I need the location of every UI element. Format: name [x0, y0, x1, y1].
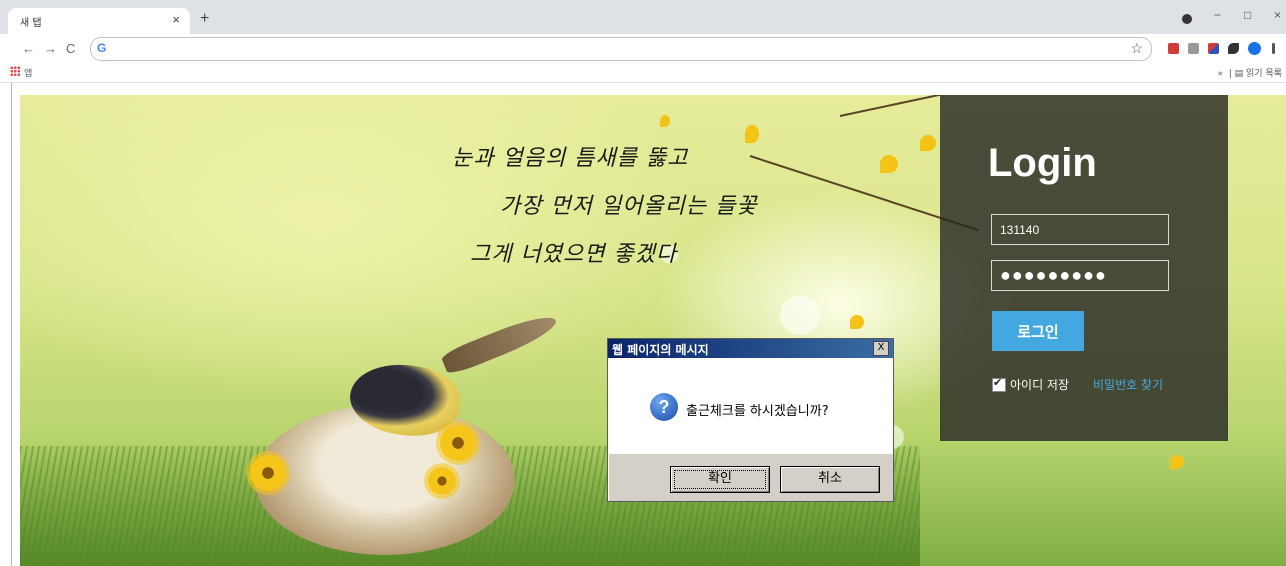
- petal-decoration: [660, 115, 670, 127]
- apps-grid-icon[interactable]: [10, 66, 20, 76]
- address-bar[interactable]: G ☆: [90, 37, 1152, 61]
- tab-strip: 새 탭 × + − □ ×: [0, 0, 1286, 34]
- google-icon: G: [97, 41, 107, 55]
- browser-toolbar: ← → C G ☆: [0, 34, 1286, 62]
- reload-icon[interactable]: C: [66, 41, 75, 56]
- bookmarks-overflow-icon[interactable]: »: [1218, 69, 1224, 79]
- new-tab-button[interactable]: +: [200, 10, 209, 28]
- window-close-button[interactable]: ×: [1274, 8, 1281, 22]
- poem-line-2: 가장 먼저 일어올리는 들꽃: [500, 194, 758, 219]
- message-dialog: 웹 페이지의 메시지 X ? 출근체크를 하시겠습니까? 확인 취소: [607, 338, 894, 502]
- flower-decoration: [440, 425, 476, 461]
- bird-tail-illustration: [439, 309, 561, 377]
- back-arrow-icon[interactable]: ←: [22, 41, 35, 56]
- petal-decoration: [850, 315, 864, 329]
- password-input[interactable]: [991, 260, 1169, 291]
- dialog-message: 출근체크를 하시겠습니까?: [686, 404, 829, 419]
- menu-dots-icon[interactable]: [1272, 43, 1275, 54]
- dialog-title: 웹 페이지의 메시지: [612, 343, 709, 357]
- dialog-title-bar: 웹 페이지의 메시지 X: [608, 339, 893, 358]
- flower-decoration: [428, 467, 456, 495]
- tab-title: 새 탭: [20, 18, 42, 29]
- extension-icon-flag[interactable]: [1208, 43, 1219, 54]
- bokeh-light: [780, 295, 820, 335]
- user-id-input[interactable]: [991, 214, 1169, 245]
- dialog-close-button[interactable]: X: [873, 341, 889, 356]
- forward-arrow-icon[interactable]: →: [44, 41, 57, 56]
- extension-icon-red[interactable]: [1168, 43, 1179, 54]
- poem-line-1: 눈과 얼음의 틈새를 뚫고: [452, 146, 689, 171]
- browser-tab[interactable]: 새 탭 ×: [8, 8, 190, 34]
- profile-icon[interactable]: [1182, 14, 1192, 24]
- poem-line-3: 그게 너였으면 좋겠다: [470, 242, 678, 267]
- bookmarks-bar: 앱 » | ▤ 읽기 목록: [0, 62, 1286, 83]
- puzzle-extension-icon[interactable]: [1228, 43, 1239, 54]
- login-title: Login: [988, 141, 1097, 185]
- cancel-button[interactable]: 취소: [780, 466, 880, 493]
- login-panel: Login 로그인 아이디 저장 비밀번호 찾기: [940, 95, 1228, 441]
- tab-close-icon[interactable]: ×: [172, 12, 180, 27]
- extension-icon-gray[interactable]: [1188, 43, 1199, 54]
- question-icon: ?: [650, 393, 678, 421]
- petal-decoration: [880, 155, 898, 173]
- minimize-button[interactable]: −: [1214, 8, 1221, 22]
- dialog-body: ? 출근체크를 하시겠습니까?: [608, 358, 893, 454]
- flower-decoration: [250, 455, 286, 491]
- find-password-link[interactable]: 비밀번호 찾기: [1093, 376, 1163, 393]
- save-id-label[interactable]: 아이디 저장: [1010, 376, 1069, 393]
- maximize-button[interactable]: □: [1244, 8, 1251, 22]
- ok-button[interactable]: 확인: [670, 466, 770, 493]
- left-divider: [11, 83, 12, 566]
- bookmark-star-icon[interactable]: ☆: [1130, 40, 1143, 57]
- account-avatar-icon[interactable]: [1248, 42, 1261, 55]
- save-id-checkbox[interactable]: [992, 376, 1006, 392]
- login-button[interactable]: 로그인: [992, 311, 1084, 351]
- reading-list[interactable]: » | ▤ 읽기 목록: [1218, 66, 1282, 79]
- apps-label[interactable]: 앱: [24, 66, 32, 79]
- reading-list-label: 읽기 목록: [1246, 69, 1282, 79]
- save-id-row: 아이디 저장 비밀번호 찾기: [992, 376, 1163, 393]
- poem-text: 눈과 얼음의 틈새를 뚫고 가장 먼저 일어올리는 들꽃 그게 너였으면 좋겠다: [452, 135, 758, 279]
- petal-decoration: [1170, 455, 1184, 469]
- petal-decoration: [920, 135, 936, 151]
